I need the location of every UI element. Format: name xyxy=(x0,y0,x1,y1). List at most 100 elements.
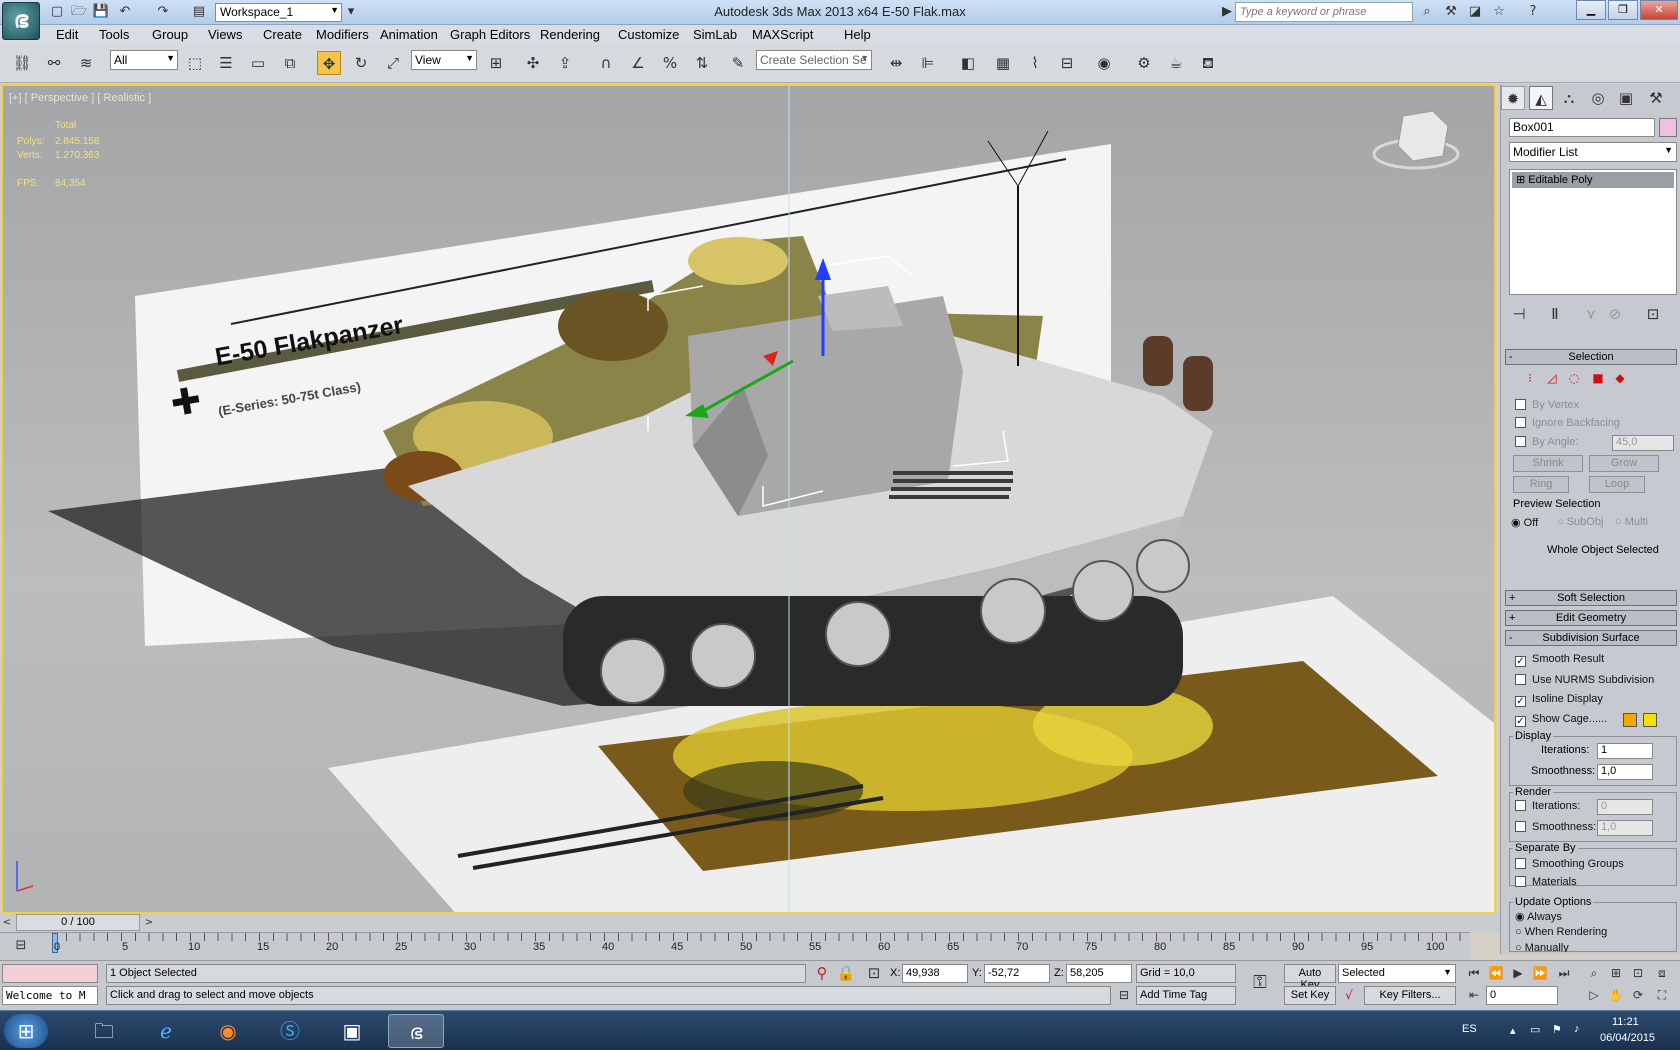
search-arrow-icon[interactable]: ▶ xyxy=(1218,3,1236,21)
keyboard-shortcut-icon[interactable]: ⇪ xyxy=(553,51,577,75)
update-manually-radio[interactable]: ○ Manually xyxy=(1515,942,1569,952)
angle-snap-icon[interactable]: ∠ xyxy=(626,51,650,75)
zoom-all-icon[interactable]: ⊞ xyxy=(1604,961,1628,985)
perspective-viewport[interactable]: [+] [ Perspective ] [ Realistic ] Total … xyxy=(1,84,1496,914)
explorer-icon[interactable]: 🗀 xyxy=(80,1014,128,1048)
maximize-button[interactable]: ❐ xyxy=(1608,0,1638,20)
angle-spinner[interactable]: 45,0 xyxy=(1612,435,1674,451)
photo-viewer-icon[interactable]: ▣ xyxy=(328,1014,376,1048)
manipulate-icon[interactable]: ✣ xyxy=(521,51,545,75)
selection-lock-icon[interactable]: 🔒 xyxy=(834,961,858,985)
current-frame-field[interactable]: 0 xyxy=(1486,986,1558,1005)
menu-views[interactable]: Views xyxy=(208,27,242,42)
maxscript-mini-listener[interactable]: Welcome to M xyxy=(2,986,98,1005)
schematic-view-icon[interactable]: ⊟ xyxy=(1055,51,1079,75)
pin-stack-icon[interactable]: ⊣ xyxy=(1507,302,1531,326)
bind-spacewarp-icon[interactable]: ≋ xyxy=(74,51,98,75)
next-frame-arrow-icon[interactable]: > xyxy=(142,914,156,931)
preview-off-radio[interactable]: ◉ Off xyxy=(1511,516,1538,529)
preview-subobj-radio[interactable]: ○ SubObj xyxy=(1557,516,1603,528)
grow-button[interactable]: Grow xyxy=(1589,455,1659,472)
loop-button[interactable]: Loop xyxy=(1589,476,1645,493)
close-button[interactable]: ✕ xyxy=(1640,0,1678,20)
render-smoothness-checkbox[interactable]: Smoothness: xyxy=(1515,821,1596,833)
render-smoothness-spinner[interactable]: 1,0 xyxy=(1597,820,1653,836)
selection-filter-dropdown[interactable]: All ▼ xyxy=(110,50,178,70)
ring-button[interactable]: Ring xyxy=(1513,476,1569,493)
track-ruler[interactable]: ⊟ 0 5 10 15 20 25 30 35 40 45 50 55 60 6… xyxy=(0,932,1472,960)
rectangular-selection-icon[interactable]: ▭ xyxy=(246,51,270,75)
mini-curve-editor-icon[interactable]: ⊟ xyxy=(8,935,34,957)
align-icon[interactable]: ⊫ xyxy=(916,51,940,75)
modifier-list-dropdown[interactable]: Modifier List ▼ xyxy=(1509,142,1677,162)
menu-modifiers[interactable]: Modifiers xyxy=(316,27,369,42)
language-indicator[interactable]: ES xyxy=(1462,1023,1477,1035)
tray-network-icon[interactable]: ▭ xyxy=(1530,1023,1540,1036)
menu-rendering[interactable]: Rendering xyxy=(540,27,600,42)
minimize-button[interactable]: ▁ xyxy=(1576,0,1606,20)
time-tag-icon[interactable]: ⊟ xyxy=(1114,985,1134,1005)
absolute-mode-icon[interactable]: ⊡ xyxy=(862,961,886,985)
graphite-ribbon-icon[interactable]: ▦ xyxy=(991,51,1015,75)
motion-tab-icon[interactable]: ◎ xyxy=(1586,86,1610,110)
field-of-view-icon[interactable]: ▷ xyxy=(1582,983,1606,1007)
maximize-viewport-icon[interactable]: ⛶ xyxy=(1650,983,1674,1007)
cage-color-swatch[interactable] xyxy=(1623,713,1637,727)
time-slider[interactable]: 0 / 100 xyxy=(16,914,140,931)
menu-tools[interactable]: Tools xyxy=(99,27,129,42)
add-time-tag-button[interactable]: Add Time Tag xyxy=(1136,986,1236,1005)
key-filters-button[interactable]: Key Filters... xyxy=(1364,986,1456,1005)
tray-flag-icon[interactable]: ⚑ xyxy=(1552,1023,1562,1036)
menu-maxscript[interactable]: MAXScript xyxy=(752,27,813,42)
select-by-name-icon[interactable]: ☰ xyxy=(214,51,238,75)
stack-item-editable-poly[interactable]: ⊞ Editable Poly xyxy=(1512,172,1674,188)
tray-arrow-icon[interactable]: ▴ xyxy=(1510,1024,1516,1037)
soft-selection-rollout[interactable]: + Soft Selection xyxy=(1505,590,1677,606)
pan-view-icon[interactable]: ✋ xyxy=(1604,983,1628,1007)
display-tab-icon[interactable]: ▣ xyxy=(1614,86,1638,110)
y-coord-field[interactable]: -52,72 xyxy=(984,964,1050,983)
select-and-scale-icon[interactable]: ⤢ xyxy=(381,51,405,75)
skype-icon[interactable]: Ⓢ xyxy=(266,1014,314,1048)
smoothing-groups-checkbox[interactable]: Smoothing Groups xyxy=(1515,858,1624,870)
menu-animation[interactable]: Animation xyxy=(380,27,438,42)
vertex-mode-icon[interactable]: ⁝ xyxy=(1521,369,1539,387)
material-editor-icon[interactable]: ◉ xyxy=(1092,51,1116,75)
favorites-star-icon[interactable]: ☆ xyxy=(1490,3,1508,21)
modify-tab-icon[interactable]: ◭ xyxy=(1529,86,1553,110)
make-unique-icon[interactable]: ⋎ xyxy=(1579,302,1603,326)
edit-named-selection-icon[interactable]: ✎ xyxy=(726,51,750,75)
internet-explorer-icon[interactable]: ℯ xyxy=(142,1014,190,1048)
zoom-extents-icon[interactable]: ⊡ xyxy=(1626,961,1650,985)
tray-volume-icon[interactable]: ♪ xyxy=(1574,1023,1580,1035)
pivot-center-icon[interactable]: ⊞ xyxy=(484,51,508,75)
edit-geometry-rollout[interactable]: + Edit Geometry xyxy=(1505,610,1677,626)
play-icon[interactable]: ▶ xyxy=(1506,961,1530,985)
cage-selected-color-swatch[interactable] xyxy=(1643,713,1657,727)
binoculars-icon[interactable]: ⌕ xyxy=(1418,3,1436,21)
menu-help[interactable]: Help xyxy=(844,27,871,42)
firefox-icon[interactable]: ◉ xyxy=(204,1014,252,1048)
border-mode-icon[interactable]: ◌ xyxy=(1565,369,1583,387)
subscription-icon[interactable]: ⚒ xyxy=(1442,3,1460,21)
key-tangent-icon[interactable]: √ xyxy=(1338,985,1360,1005)
reference-coordinate-dropdown[interactable]: View ▼ xyxy=(411,50,477,70)
display-smoothness-spinner[interactable]: 1,0 xyxy=(1597,764,1653,780)
app-logo-icon[interactable]: ഭ xyxy=(2,2,40,40)
render-iterations-spinner[interactable]: 0 xyxy=(1597,799,1653,815)
rendered-frame-icon[interactable]: ☕ xyxy=(1164,51,1188,75)
start-button-icon[interactable]: ⊞ xyxy=(4,1014,48,1048)
curve-editor-icon[interactable]: ⌇ xyxy=(1023,51,1047,75)
remove-modifier-icon[interactable]: ⊘ xyxy=(1603,302,1627,326)
orbit-icon[interactable]: ⟳ xyxy=(1626,983,1650,1007)
named-selection-input[interactable]: Create Selection Se ▼ xyxy=(756,50,872,70)
materials-checkbox[interactable]: Materials xyxy=(1515,876,1577,888)
communication-icon[interactable]: ◪ xyxy=(1466,3,1484,21)
clock-date[interactable]: 06/04/2015 xyxy=(1600,1032,1655,1044)
menu-edit[interactable]: Edit xyxy=(56,27,78,42)
auto-key-button[interactable]: Auto Key xyxy=(1284,964,1336,991)
object-name-field[interactable]: Box001 xyxy=(1509,118,1655,137)
hierarchy-tab-icon[interactable]: ⛬ xyxy=(1557,86,1581,110)
by-angle-checkbox[interactable]: By Angle: xyxy=(1515,436,1578,448)
menu-customize[interactable]: Customize xyxy=(618,27,679,42)
